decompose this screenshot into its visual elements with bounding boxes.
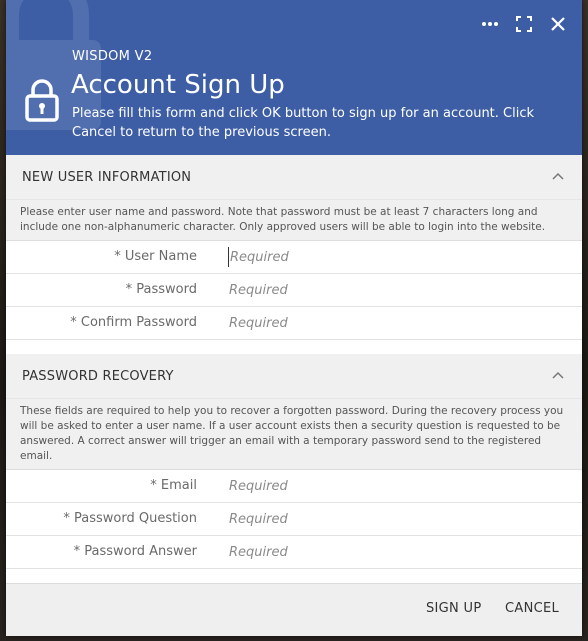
password-input[interactable]: [228, 280, 559, 300]
chevron-up-icon[interactable]: [552, 171, 564, 183]
field-row-confirm-password: * Confirm Password: [6, 307, 582, 340]
field-label: * Password Answer: [73, 544, 197, 559]
lock-icon: [25, 79, 59, 122]
dialog-header: WISDOM V2 Account Sign Up Please fill th…: [6, 0, 582, 155]
section-header-password-recovery[interactable]: PASSWORD RECOVERY: [6, 354, 582, 399]
window-controls: [480, 14, 568, 34]
section-spacer: [6, 340, 582, 354]
cancel-button[interactable]: CANCEL: [505, 601, 559, 616]
page-subtitle: Please fill this form and click OK butto…: [72, 106, 535, 140]
section-description: These fields are required to help you to…: [6, 399, 582, 470]
section-title: NEW USER INFORMATION: [22, 169, 192, 185]
section-title: PASSWORD RECOVERY: [22, 368, 174, 384]
field-row-user-name: * User Name: [6, 241, 582, 274]
email-input[interactable]: [228, 476, 559, 496]
section-description: Please enter user name and password. Not…: [6, 200, 582, 241]
close-icon[interactable]: [548, 14, 568, 34]
field-label: * Password: [125, 282, 197, 297]
sign-up-dialog: WISDOM V2 Account Sign Up Please fill th…: [6, 0, 582, 636]
field-row-password: * Password: [6, 274, 582, 307]
section-header-new-user[interactable]: NEW USER INFORMATION: [6, 155, 582, 200]
password-question-input[interactable]: [228, 509, 559, 529]
field-label: * Email: [150, 478, 197, 493]
field-label: * Password Question: [63, 511, 197, 526]
page-title: Account Sign Up: [71, 70, 285, 100]
confirm-password-input[interactable]: [228, 313, 559, 333]
field-label: * User Name: [114, 249, 197, 264]
user-name-input[interactable]: [228, 247, 560, 267]
field-row-password-question: * Password Question: [6, 503, 582, 536]
password-answer-input[interactable]: [228, 542, 559, 562]
chevron-up-icon[interactable]: [552, 370, 564, 382]
field-row-email: * Email: [6, 470, 582, 503]
field-label: * Confirm Password: [70, 315, 197, 330]
dialog-footer: SIGN UP CANCEL: [6, 583, 582, 636]
field-row-password-answer: * Password Answer: [6, 536, 582, 569]
sign-up-button[interactable]: SIGN UP: [426, 601, 481, 616]
app-name: WISDOM V2: [72, 49, 153, 64]
more-icon[interactable]: [480, 14, 500, 34]
maximize-icon[interactable]: [514, 14, 534, 34]
